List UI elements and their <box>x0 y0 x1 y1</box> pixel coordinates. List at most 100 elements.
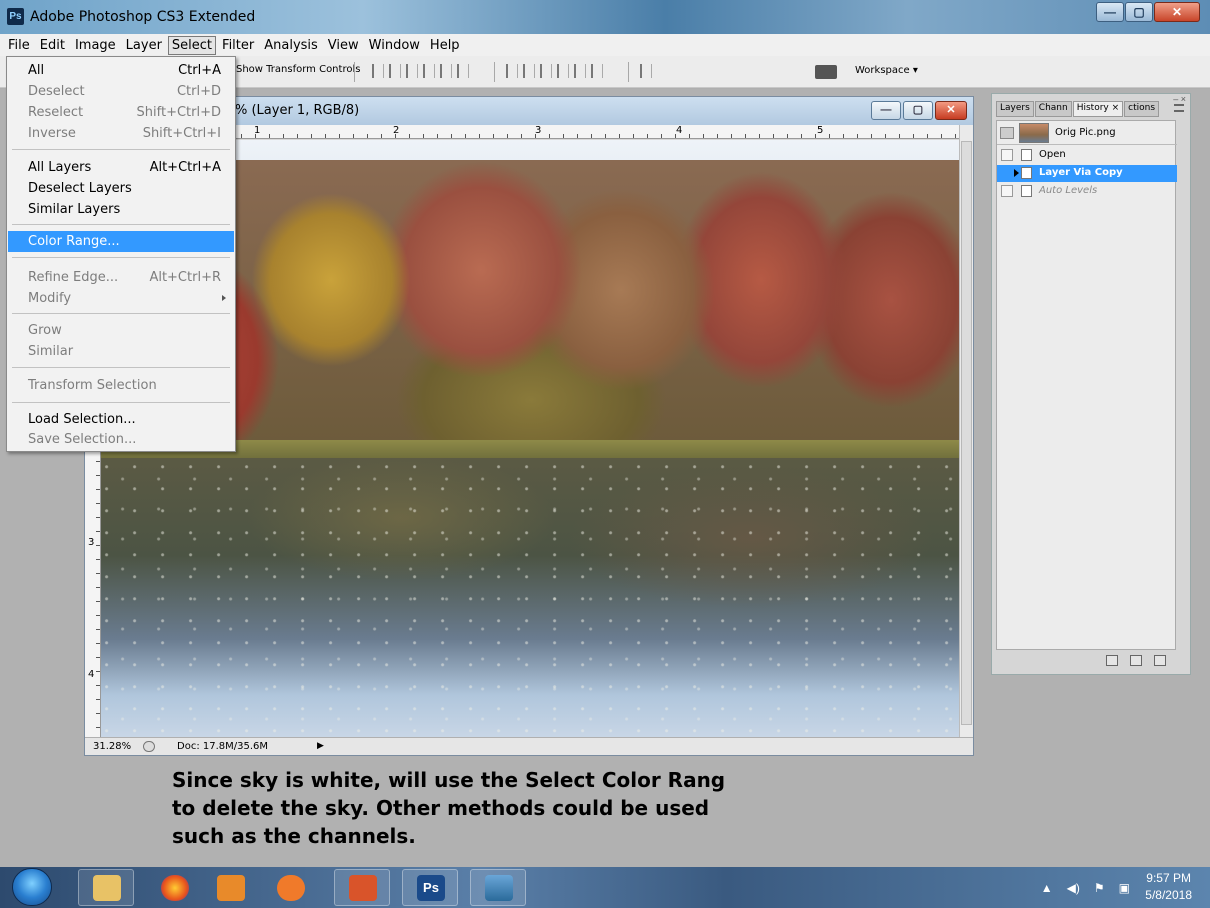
menu-view[interactable]: View <box>324 36 363 55</box>
menu-item-inverse[interactable]: Inverse Shift+Ctrl+I <box>8 123 234 144</box>
history-source-box[interactable] <box>1001 167 1013 179</box>
taskbar-photo-viewer[interactable] <box>470 869 526 906</box>
divider <box>354 62 355 82</box>
distribute-left-icon[interactable] <box>557 64 569 78</box>
menu-item-deselect-layers[interactable]: Deselect Layers <box>8 178 234 199</box>
distribute-bottom-icon[interactable] <box>540 64 552 78</box>
menu-analysis[interactable]: Analysis <box>260 36 322 55</box>
bridge-icon[interactable] <box>815 65 837 79</box>
align-top-icon[interactable] <box>372 64 384 78</box>
menu-layer[interactable]: Layer <box>122 36 166 55</box>
align-vcenter-icon[interactable] <box>389 64 401 78</box>
taskbar-explorer[interactable] <box>78 869 134 906</box>
clock[interactable]: 9:57 PM 5/8/2018 <box>1145 870 1192 904</box>
menu-filter[interactable]: Filter <box>218 36 258 55</box>
distribute-buttons <box>506 64 603 78</box>
menu-item-transform-selection[interactable]: Transform Selection <box>8 375 234 396</box>
vertical-scrollbar[interactable] <box>959 125 973 739</box>
align-buttons <box>372 64 469 78</box>
close-button[interactable]: ✕ <box>1154 2 1200 22</box>
show-transform-controls-checkbox[interactable]: Show Transform Controls <box>236 64 360 75</box>
zoom-options-icon[interactable] <box>143 741 155 752</box>
title-bar: Ps Adobe Photoshop CS3 Extended — ▢ ✕ <box>0 0 1210 34</box>
trash-icon[interactable] <box>1154 655 1166 666</box>
zoom-level[interactable]: 31.28% <box>93 741 131 752</box>
taskbar-powerpoint[interactable] <box>334 869 390 906</box>
taskbar-mail[interactable] <box>262 869 318 906</box>
menu-item-all[interactable]: All Ctrl+A <box>8 60 234 81</box>
taskbar-media-player[interactable] <box>202 869 258 906</box>
history-state-layer-via-copy[interactable]: Layer Via Copy <box>997 165 1177 182</box>
clock-time: 9:57 PM <box>1146 871 1191 885</box>
history-current-marker-icon <box>1014 169 1019 177</box>
menu-window[interactable]: Window <box>365 36 424 55</box>
volume-icon[interactable]: ◀) <box>1067 881 1080 895</box>
document-title: % (Layer 1, RGB/8) <box>235 103 360 118</box>
photo-viewer-icon <box>485 875 513 901</box>
align-right-icon[interactable] <box>457 64 469 78</box>
taskbar-photoshop[interactable]: Ps <box>402 869 458 906</box>
menu-image[interactable]: Image <box>71 36 120 55</box>
menu-item-modify[interactable]: Modify <box>8 288 234 309</box>
history-source-box[interactable] <box>1001 185 1013 197</box>
menu-select[interactable]: Select <box>167 35 217 55</box>
align-hcenter-icon[interactable] <box>440 64 452 78</box>
menu-item-save-selection[interactable]: Save Selection... <box>8 429 234 450</box>
menu-file[interactable]: File <box>4 36 34 55</box>
scrollbar-thumb[interactable] <box>961 141 972 725</box>
menu-edit[interactable]: Edit <box>36 36 69 55</box>
start-button[interactable] <box>12 868 52 906</box>
menu-item-similar[interactable]: Similar <box>8 341 234 362</box>
history-step-icon <box>1021 167 1032 179</box>
distribute-hcenter-icon[interactable] <box>574 64 586 78</box>
history-snapshot[interactable]: Orig Pic.png <box>997 121 1177 145</box>
history-step-icon <box>1021 185 1032 197</box>
menu-help[interactable]: Help <box>426 36 464 55</box>
doc-minimize-button[interactable]: — <box>871 101 901 120</box>
auto-align-layers-icon[interactable] <box>640 64 652 78</box>
menu-item-similar-layers[interactable]: Similar Layers <box>8 199 234 220</box>
network-icon[interactable]: ▣ <box>1119 881 1130 895</box>
window-controls: — ▢ ✕ <box>1095 2 1200 22</box>
tab-layers[interactable]: Layers <box>996 101 1034 117</box>
flag-icon[interactable]: ⚑ <box>1094 881 1105 895</box>
workspace-dropdown[interactable]: Workspace ▾ <box>855 65 918 76</box>
history-brush-icon[interactable] <box>1000 127 1014 139</box>
photoshop-app-icon: Ps <box>7 8 24 25</box>
auto-align-buttons <box>640 64 652 78</box>
panel-collapse-icon[interactable]: – × <box>1173 94 1186 104</box>
doc-maximize-button[interactable]: ▢ <box>903 101 933 120</box>
menu-item-deselect[interactable]: Deselect Ctrl+D <box>8 81 234 102</box>
doc-close-button[interactable]: ✕ <box>935 101 967 120</box>
distribute-right-icon[interactable] <box>591 64 603 78</box>
show-hidden-icons-icon[interactable]: ▲ <box>1041 881 1053 895</box>
menu-item-load-selection[interactable]: Load Selection... <box>8 409 234 430</box>
create-snapshot-icon[interactable] <box>1130 655 1142 666</box>
menu-item-reselect[interactable]: Reselect Shift+Ctrl+D <box>8 102 234 123</box>
history-source-box[interactable] <box>1001 149 1013 161</box>
distribute-vcenter-icon[interactable] <box>523 64 535 78</box>
history-step-icon <box>1021 149 1032 161</box>
history-state-open[interactable]: Open <box>997 147 1177 164</box>
firefox-icon <box>161 875 189 901</box>
taskbar-firefox[interactable] <box>146 869 202 906</box>
menu-item-color-range[interactable]: Color Range... <box>8 231 234 252</box>
history-panel: – × Layers Chann History × ctions Orig P… <box>991 93 1191 675</box>
minimize-button[interactable]: — <box>1096 2 1124 22</box>
menu-item-grow[interactable]: Grow <box>8 320 234 341</box>
menu-item-all-layers[interactable]: All Layers Alt+Ctrl+A <box>8 157 234 178</box>
status-menu-arrow-icon[interactable]: ▶ <box>317 741 324 751</box>
maximize-button[interactable]: ▢ <box>1125 2 1153 22</box>
tab-actions[interactable]: ctions <box>1124 101 1160 117</box>
tab-channels[interactable]: Chann <box>1034 101 1072 117</box>
align-left-icon[interactable] <box>423 64 435 78</box>
menu-item-refine-edge[interactable]: Refine Edge... Alt+Ctrl+R <box>8 267 234 288</box>
history-state-auto-levels[interactable]: Auto Levels <box>997 183 1177 200</box>
new-document-from-state-icon[interactable] <box>1106 655 1118 666</box>
panel-menu-icon[interactable] <box>1174 104 1184 112</box>
distribute-top-icon[interactable] <box>506 64 518 78</box>
photoshop-icon: Ps <box>417 875 445 901</box>
tab-history[interactable]: History × <box>1072 101 1124 117</box>
mail-icon <box>277 875 305 901</box>
align-bottom-icon[interactable] <box>406 64 418 78</box>
